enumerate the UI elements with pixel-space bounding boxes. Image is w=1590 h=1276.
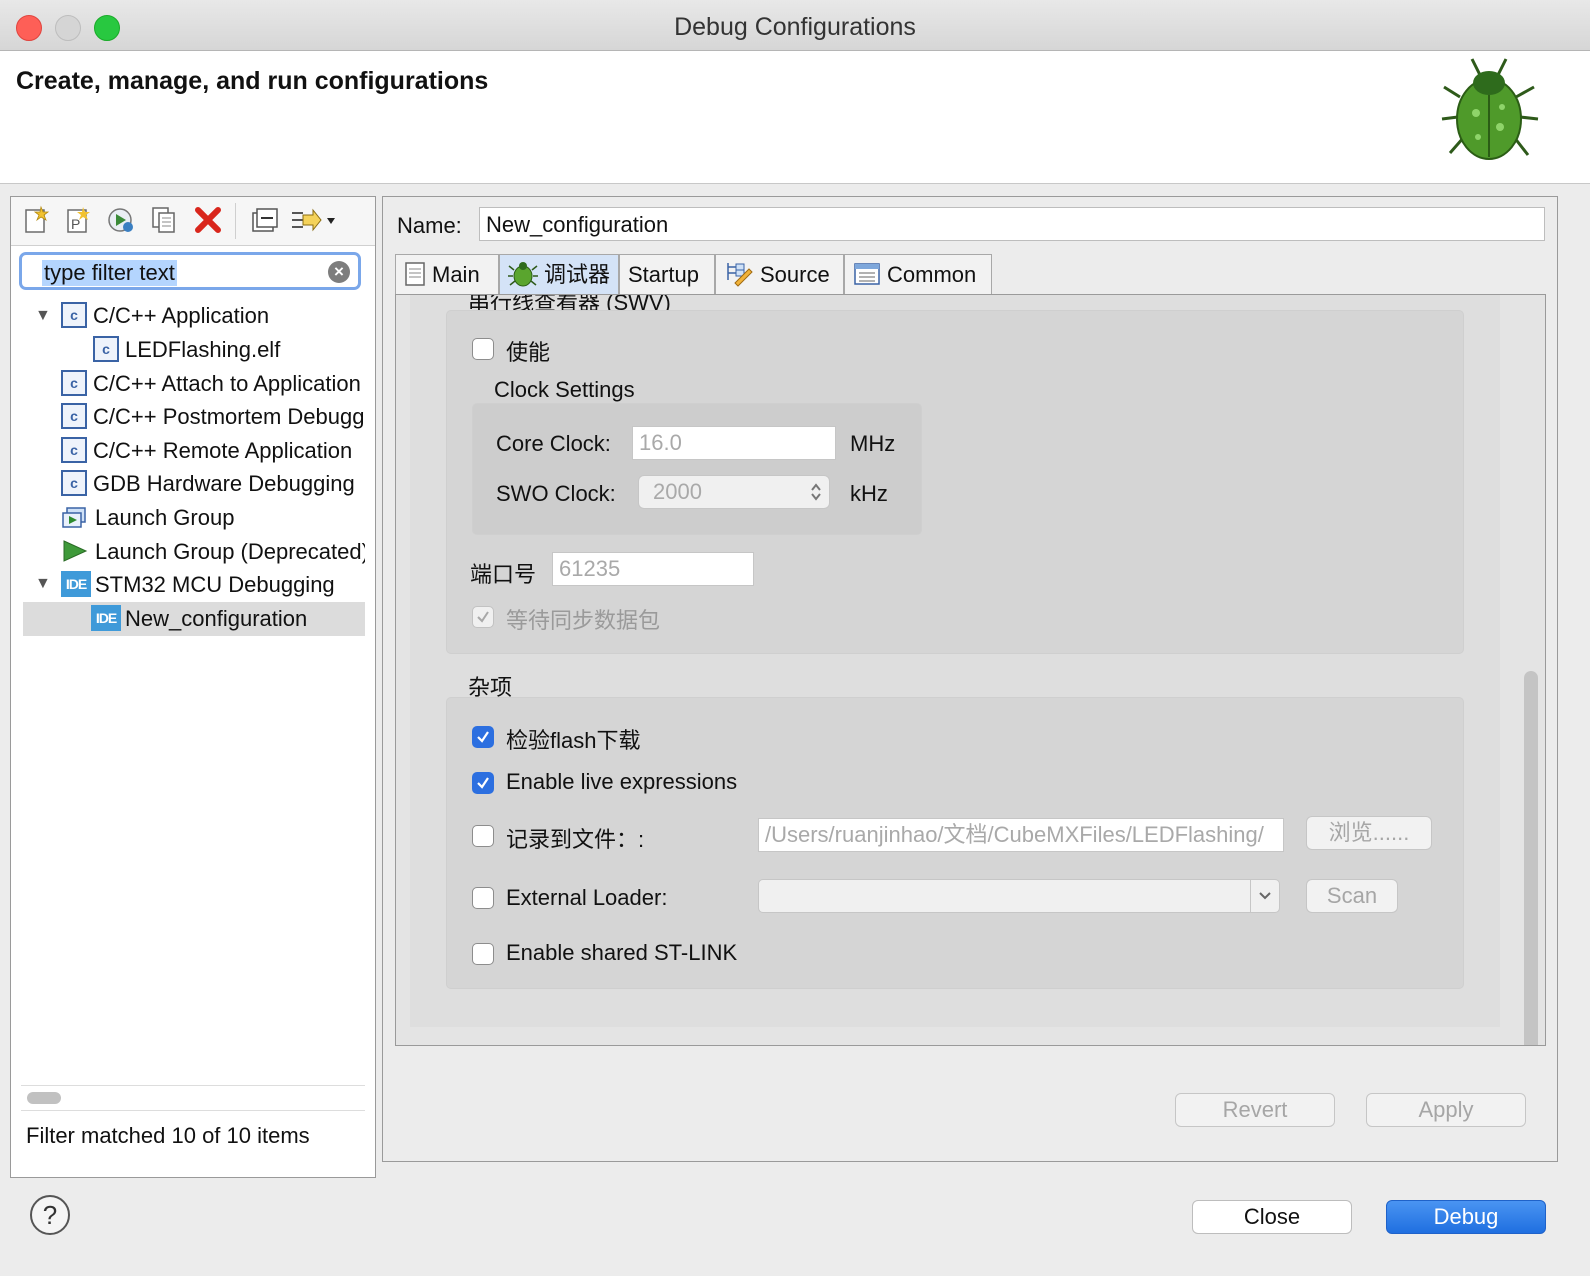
verify-flash-checkbox[interactable] xyxy=(472,726,494,748)
stepper-arrows-icon xyxy=(811,483,821,501)
help-button[interactable]: ? xyxy=(30,1195,70,1235)
chevron-down-icon xyxy=(1259,892,1271,900)
filter-input[interactable]: type filter text × xyxy=(19,252,361,290)
shared-stlink-checkbox[interactable] xyxy=(472,943,494,965)
clear-filter-icon[interactable]: × xyxy=(328,261,350,283)
tree-item-stm32-mcu-debugging[interactable]: IDE STM32 MCU Debugging xyxy=(61,568,365,602)
title-bar: Debug Configurations xyxy=(0,0,1590,51)
tree-item-launch-group-deprecated[interactable]: Launch Group (Deprecated) xyxy=(61,535,365,569)
tree-item-gdb-hardware[interactable]: c GDB Hardware Debugging xyxy=(61,467,365,501)
c-icon: c xyxy=(61,470,87,497)
filter-status: Filter matched 10 of 10 items xyxy=(26,1123,310,1148)
external-loader-select[interactable] xyxy=(758,879,1280,913)
source-tab-icon xyxy=(727,263,753,287)
tree-toolbar: P xyxy=(11,197,375,246)
live-expressions-checkbox[interactable] xyxy=(472,772,494,794)
core-clock-unit: MHz xyxy=(850,431,896,456)
export-icon[interactable] xyxy=(105,205,135,235)
log-file-path-input[interactable]: /Users/ruanjinhao/文档/CubeMXFiles/LEDFlas… xyxy=(758,818,1284,852)
clock-settings-group xyxy=(472,403,922,535)
tab-source[interactable]: Source xyxy=(715,254,844,294)
live-expressions-label: Enable live expressions xyxy=(506,769,738,794)
c-icon: c xyxy=(61,403,87,430)
debug-button[interactable]: Debug xyxy=(1386,1200,1546,1234)
dialog-header: Create, manage, and run configurations xyxy=(0,51,1590,184)
window-title: Debug Configurations xyxy=(674,13,916,41)
new-launch-configuration-icon[interactable] xyxy=(21,205,51,235)
bug-icon xyxy=(1441,58,1539,160)
common-tab-icon xyxy=(854,263,880,285)
apply-button[interactable]: Apply xyxy=(1366,1093,1526,1127)
c-icon: c xyxy=(61,437,87,464)
port-input[interactable]: 61235 xyxy=(552,552,754,586)
scan-button[interactable]: Scan xyxy=(1306,879,1398,913)
browse-button[interactable]: 浏览...... xyxy=(1306,816,1432,850)
swo-clock-unit: kHz xyxy=(850,481,888,506)
shared-stlink-label: Enable shared ST-LINK xyxy=(506,940,738,965)
log-to-file-label: 记录到文件：: xyxy=(506,827,645,852)
swv-enable-label: 使能 xyxy=(506,340,551,365)
ide-icon: IDE xyxy=(61,571,91,598)
delete-icon[interactable] xyxy=(193,205,223,235)
collapse-triangle-icon[interactable]: ▼ xyxy=(35,307,51,325)
configuration-editor: Name: New_configuration Main 调试器 Startup… xyxy=(382,196,1558,1162)
debugger-tab-icon xyxy=(508,262,538,287)
launch-group-deprecated-icon xyxy=(63,540,88,562)
wait-sync-checkbox[interactable] xyxy=(472,606,494,628)
swo-clock-select[interactable]: 2000 xyxy=(638,475,830,509)
tree-item-cpp-application[interactable]: c C/C++ Application xyxy=(61,299,365,333)
scroll-area: 串行线查看器 (SWV) 使能 Clock Settings Core Cloc… xyxy=(410,295,1500,1027)
tree-item-cpp-remote[interactable]: c C/C++ Remote Application xyxy=(61,434,365,468)
collapse-triangle-icon[interactable]: ▼ xyxy=(35,575,51,593)
debugger-tab-content: 串行线查看器 (SWV) 使能 Clock Settings Core Cloc… xyxy=(395,294,1546,1046)
filter-input-text[interactable]: type filter text xyxy=(42,260,177,286)
tree-item-new-configuration[interactable]: IDE New_configuration xyxy=(23,602,365,636)
c-icon: c xyxy=(93,336,119,363)
configuration-tree-panel: P type filter text × ▼ c C/C++ Applicatio… xyxy=(10,196,376,1178)
core-clock-label: Core Clock: xyxy=(496,431,611,456)
log-to-file-checkbox[interactable] xyxy=(472,825,494,847)
scrollbar-thumb[interactable] xyxy=(27,1092,61,1104)
tab-debugger[interactable]: 调试器 xyxy=(499,254,619,294)
close-button[interactable]: Close xyxy=(1192,1200,1352,1234)
revert-button[interactable]: Revert xyxy=(1175,1093,1335,1127)
launch-group-icon xyxy=(62,507,86,528)
collapse-all-icon[interactable] xyxy=(249,205,279,235)
ide-icon: IDE xyxy=(91,605,121,632)
c-icon: c xyxy=(61,302,87,329)
tab-main[interactable]: Main xyxy=(395,254,499,294)
svg-text:P: P xyxy=(71,216,80,232)
duplicate-icon[interactable] xyxy=(149,205,179,235)
tree-item-ledflashing[interactable]: c LEDFlashing.elf xyxy=(93,333,365,367)
name-label: Name: xyxy=(397,213,462,238)
clock-settings-title: Clock Settings xyxy=(494,377,635,402)
port-label: 端口号 xyxy=(470,562,537,587)
tab-startup[interactable]: Startup xyxy=(619,254,715,294)
swo-clock-label: SWO Clock: xyxy=(496,481,616,506)
main-tab-icon xyxy=(405,262,425,286)
header-title: Create, manage, and run configurations xyxy=(16,67,489,95)
external-loader-checkbox[interactable] xyxy=(472,887,494,909)
tree-item-cpp-postmortem[interactable]: c C/C++ Postmortem Debugger xyxy=(61,400,365,434)
c-icon: c xyxy=(61,370,87,397)
name-input[interactable]: New_configuration xyxy=(479,207,1545,241)
swv-enable-checkbox[interactable] xyxy=(472,338,494,360)
new-prototype-icon[interactable]: P xyxy=(63,205,93,235)
tab-common[interactable]: Common xyxy=(844,254,992,294)
tree-item-cpp-attach[interactable]: c C/C++ Attach to Application xyxy=(61,367,365,401)
wait-sync-label: 等待同步数据包 xyxy=(506,608,661,633)
content-vertical-scrollbar[interactable] xyxy=(1524,671,1538,1045)
filter-icon[interactable] xyxy=(289,205,341,235)
tree-horizontal-scrollbar[interactable] xyxy=(21,1085,365,1111)
core-clock-input[interactable]: 16.0 xyxy=(632,426,836,460)
verify-flash-label: 检验flash下载 xyxy=(506,728,641,753)
tree-item-launch-group[interactable]: Launch Group xyxy=(61,501,365,535)
external-loader-label: External Loader: xyxy=(506,885,668,910)
